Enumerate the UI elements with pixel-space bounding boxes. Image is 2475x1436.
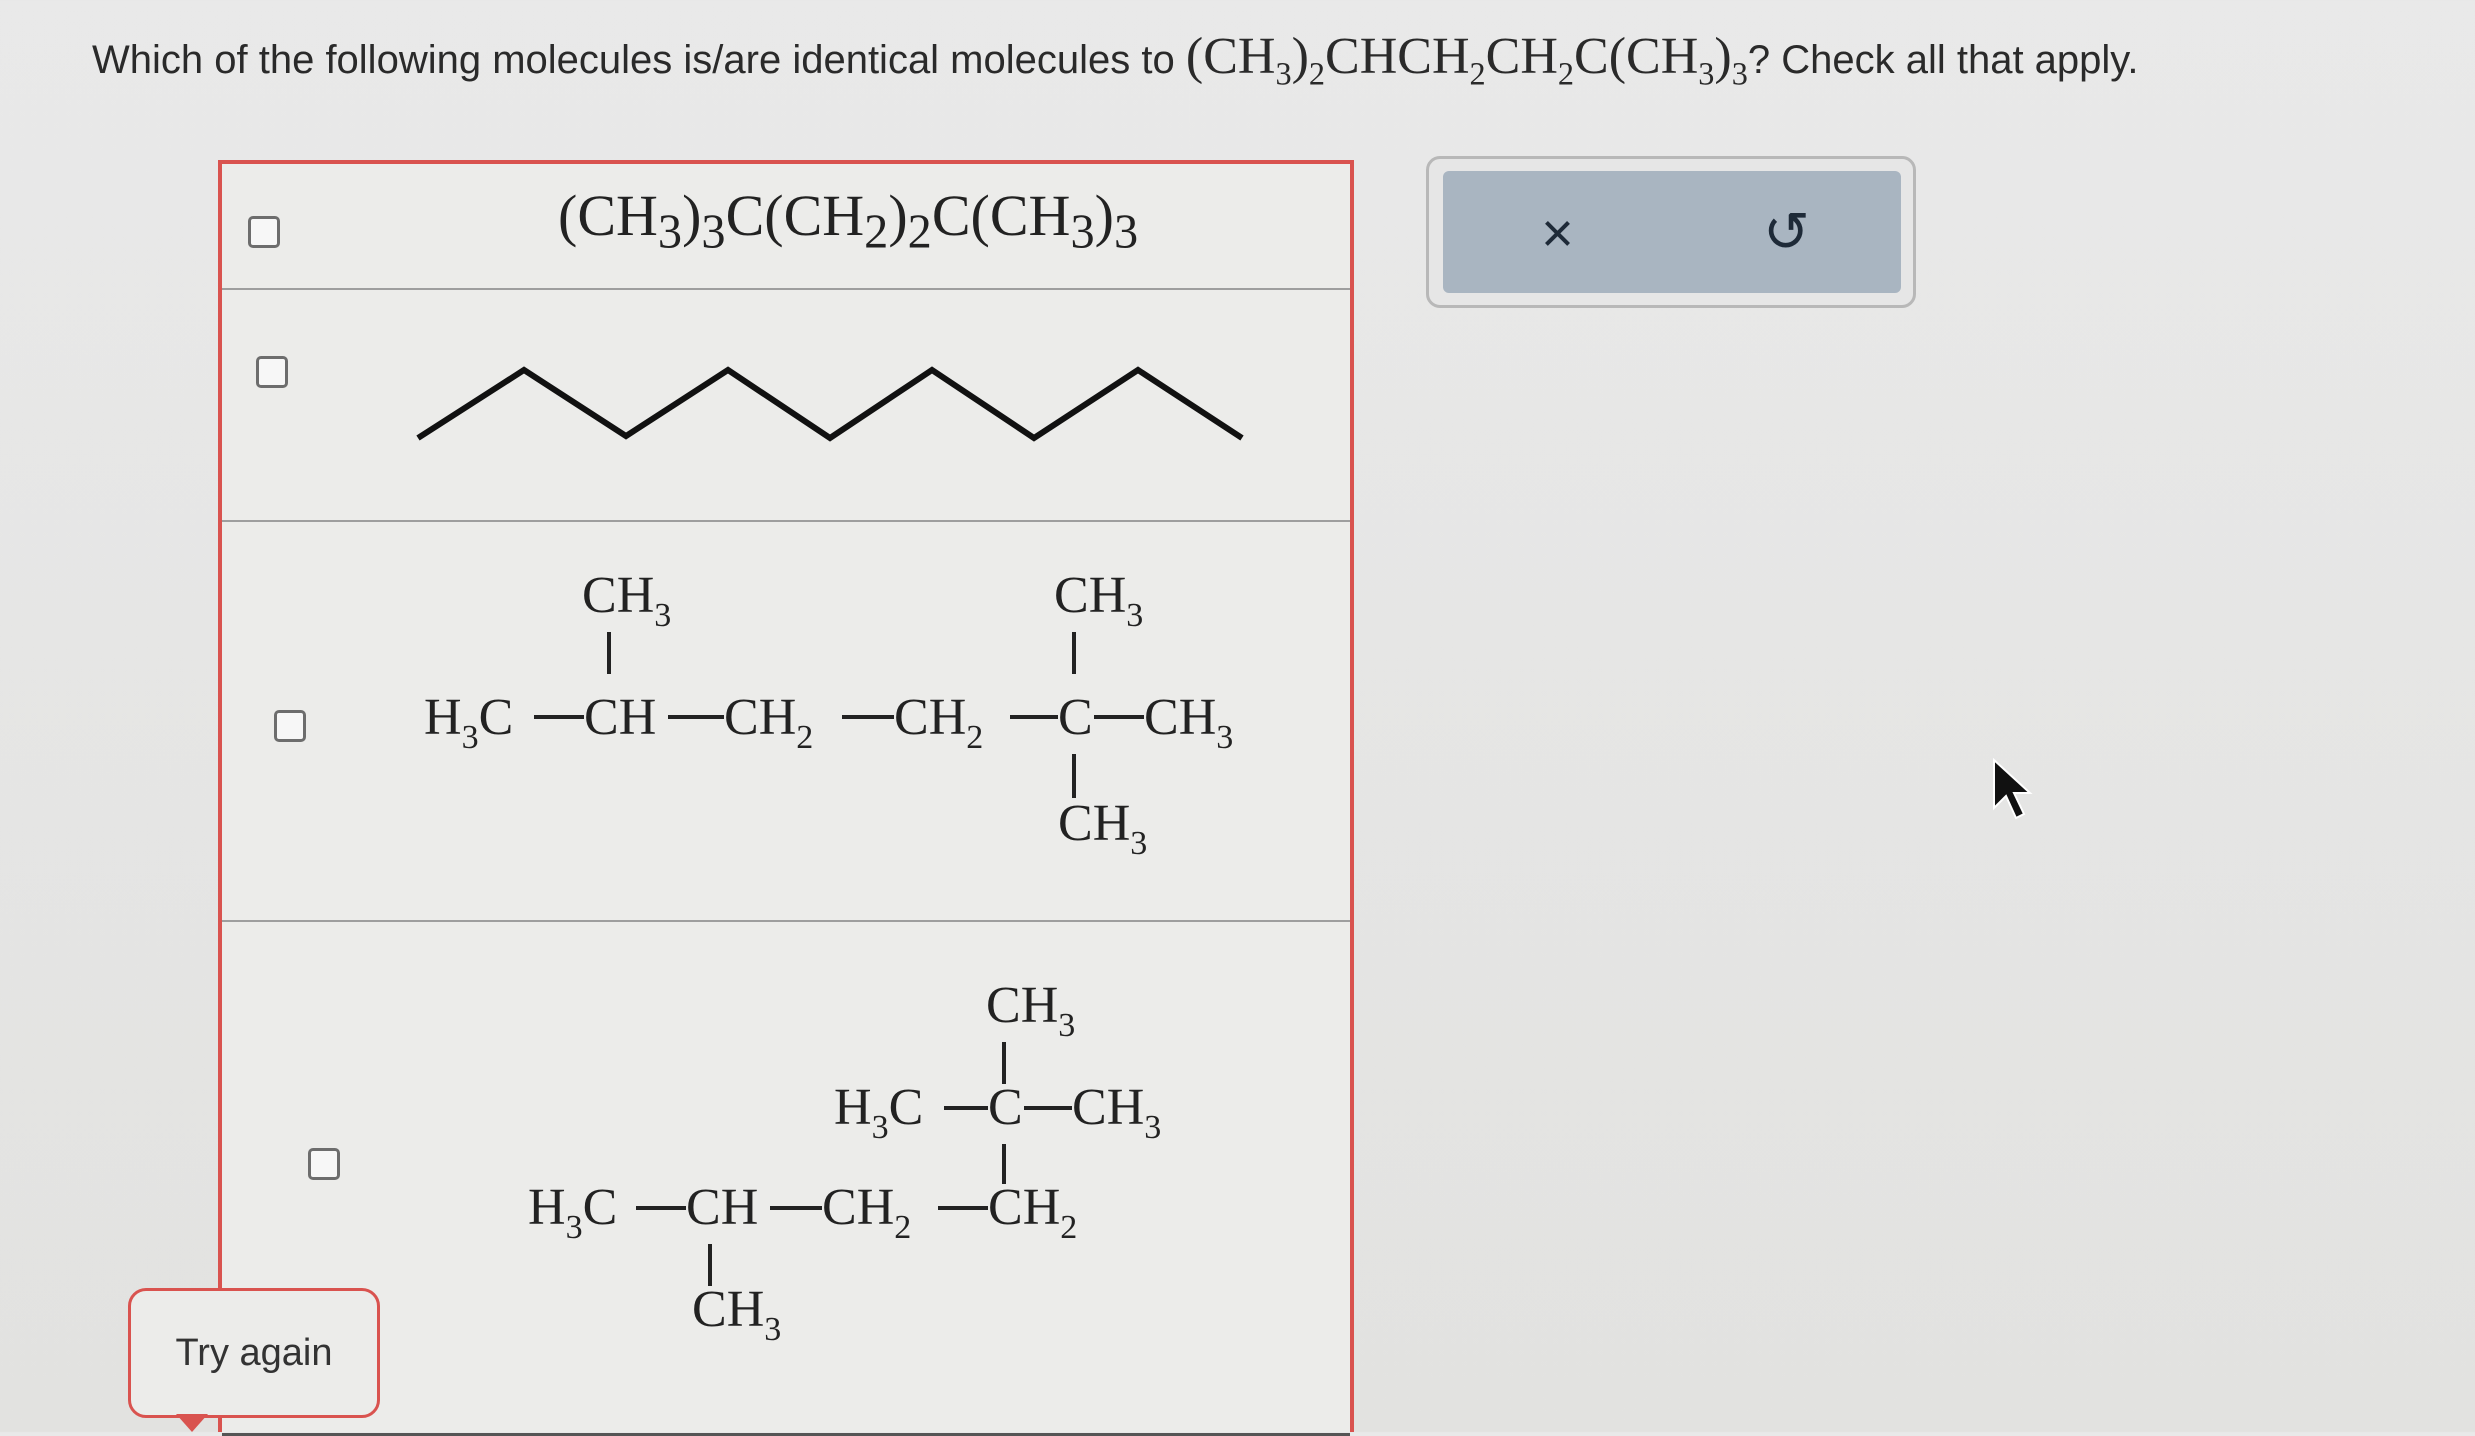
opt3-quat-c: C — [1058, 689, 1093, 746]
opt3-ch: CH — [584, 689, 656, 746]
opt3-bottom-methyl: CH3 — [1058, 795, 1147, 862]
option-1-checkbox[interactable] — [248, 216, 280, 248]
toolbar-inner: × ↺ — [1443, 171, 1901, 293]
opt3-left-end: H3C — [424, 689, 513, 756]
option-4-expanded-structure: CH3 H3C C CH3 H3C CH CH2 CH2 CH3 — [528, 977, 1161, 1348]
opt3-top-methyl-2: CH3 — [1054, 567, 1143, 634]
option-row-1: (CH3)3C(CH2)2C(CH3)3 — [222, 164, 1350, 290]
opt4-quat-c: C — [988, 1079, 1023, 1136]
opt4-ch2-b: CH2 — [988, 1179, 1077, 1246]
clear-button[interactable]: × — [1443, 171, 1672, 293]
option-1-formula: (CH3)3C(CH2)2C(CH3)3 — [558, 183, 1139, 259]
option-row-3: CH3 CH3 H3C CH CH2 CH2 C CH3 CH3 — [222, 522, 1350, 922]
question-text: Which of the following molecules is/are … — [92, 22, 2452, 95]
opt4-ch2-a: CH2 — [822, 1179, 911, 1246]
zigzag-chain — [416, 366, 1244, 442]
question-formula: (CH3)2CHCH2CH2C(CH3)3 — [1185, 28, 1748, 92]
opt3-top-methyl-1: CH3 — [582, 567, 671, 634]
opt4-top-methyl: CH3 — [986, 977, 1075, 1044]
question-prefix: Which of the following molecules is/are … — [92, 38, 1175, 82]
option-3-expanded-structure: CH3 CH3 H3C CH CH2 CH2 C CH3 CH3 — [424, 567, 1233, 862]
answer-toolbar: × ↺ — [1426, 156, 1916, 308]
option-row-4: CH3 H3C C CH3 H3C CH CH2 CH2 CH3 — [222, 922, 1350, 1436]
callout-tail — [176, 1414, 208, 1432]
question-suffix: ? Check all that apply. — [1747, 38, 2139, 82]
opt3-right-end: CH3 — [1144, 689, 1233, 756]
opt3-ch2-b: CH2 — [894, 689, 983, 756]
try-again-label: Try again — [175, 1331, 333, 1374]
opt4-h3c-upper: H3C — [834, 1079, 923, 1146]
reset-button[interactable]: ↺ — [1672, 171, 1901, 293]
opt4-bottom-methyl: CH3 — [692, 1281, 781, 1348]
opt4-ch3-right: CH3 — [1072, 1079, 1161, 1146]
close-icon: × — [1541, 200, 1574, 264]
mouse-cursor-icon — [1993, 758, 2033, 820]
answer-options-box: (CH3)3C(CH2)2C(CH3)3 CH3 CH3 H3C CH CH2 … — [218, 160, 1354, 1436]
opt4-h3c-lower: H3C — [528, 1179, 617, 1246]
undo-icon: ↺ — [1763, 200, 1810, 263]
option-row-2 — [222, 290, 1350, 522]
option-2-skeletal-structure — [416, 366, 1244, 442]
try-again-callout[interactable]: Try again — [128, 1288, 380, 1418]
opt4-ch: CH — [686, 1179, 758, 1236]
opt3-ch2-a: CH2 — [724, 689, 813, 756]
